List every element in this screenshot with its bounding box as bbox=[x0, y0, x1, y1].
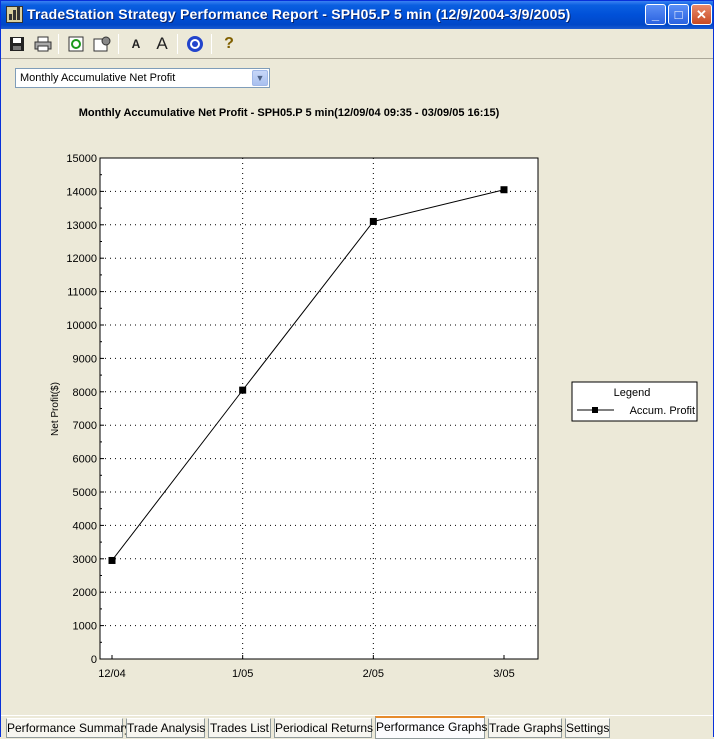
refresh-icon[interactable] bbox=[65, 33, 87, 55]
y-axis-label: Net Profit($) bbox=[50, 382, 61, 436]
y-tick-label: 12000 bbox=[66, 253, 97, 265]
y-tick-label: 13000 bbox=[66, 220, 97, 232]
tab-trades-list[interactable]: Trades List bbox=[208, 718, 271, 738]
help-icon[interactable]: ? bbox=[218, 33, 240, 55]
target-icon[interactable] bbox=[184, 33, 206, 55]
graph-type-value: Monthly Accumulative Net Profit bbox=[20, 72, 176, 84]
app-icon bbox=[6, 6, 23, 23]
data-point bbox=[369, 217, 377, 225]
maximize-button[interactable]: □ bbox=[668, 4, 689, 25]
title-bar[interactable]: TradeStation Strategy Performance Report… bbox=[1, 1, 713, 29]
chart-title: Monthly Accumulative Net Profit - SPH05.… bbox=[79, 107, 500, 119]
tab-trade-analysis[interactable]: Trade Analysis bbox=[126, 718, 205, 738]
y-tick-label: 11000 bbox=[67, 287, 97, 299]
y-tick-label: 10000 bbox=[66, 320, 97, 332]
chevron-down-icon[interactable]: ▼ bbox=[252, 70, 268, 86]
data-point bbox=[239, 386, 247, 394]
y-tick-label: 14000 bbox=[66, 186, 97, 198]
tab-performance-summary[interactable]: Performance Summary bbox=[6, 718, 130, 738]
y-tick-label: 15000 bbox=[66, 153, 97, 165]
data-point bbox=[500, 186, 508, 194]
tab-performance-graphs[interactable]: Performance Graphs bbox=[375, 716, 487, 739]
settings-icon[interactable] bbox=[91, 33, 113, 55]
y-tick-label: 7000 bbox=[73, 420, 97, 432]
legend-marker bbox=[592, 407, 598, 413]
tab-trade-graphs[interactable]: Trade Graphs bbox=[488, 718, 563, 738]
print-icon[interactable] bbox=[32, 33, 54, 55]
font-decrease-icon[interactable]: A bbox=[125, 33, 147, 55]
y-tick-label: 4000 bbox=[73, 520, 97, 532]
y-tick-label: 8000 bbox=[73, 387, 97, 399]
performance-chart: Monthly Accumulative Net Profit - SPH05.… bbox=[50, 107, 698, 680]
legend: Legend Accum. Profit bbox=[571, 381, 698, 422]
plot-area bbox=[99, 157, 539, 660]
graph-type-select[interactable]: Monthly Accumulative Net Profit ▼ bbox=[15, 68, 270, 88]
x-tick-label: 3/05 bbox=[493, 668, 514, 680]
x-tick-label: 12/04 bbox=[98, 668, 126, 680]
save-icon[interactable] bbox=[6, 33, 28, 55]
y-tick-label: 1000 bbox=[73, 621, 97, 633]
x-tick-label: 2/05 bbox=[363, 668, 384, 680]
y-tick-label: 2000 bbox=[73, 587, 97, 599]
y-tick-label: 6000 bbox=[73, 454, 97, 466]
y-axis: 0 1000 2000 3000 4000 5000 6000 7000 8000 9000 100… bbox=[66, 153, 104, 666]
window-title: TradeStation Strategy Performance Report… bbox=[27, 6, 571, 22]
tab-bar: Performance Summary Trade Analysis Trades … bbox=[1, 715, 713, 739]
legend-entry-accum-profit: Accum. Profit bbox=[630, 405, 695, 417]
y-tick-label: 9000 bbox=[73, 353, 97, 365]
minimize-button[interactable]: _ bbox=[645, 4, 666, 25]
legend-title: Legend bbox=[614, 387, 651, 399]
close-button[interactable]: ✕ bbox=[691, 4, 712, 25]
tab-settings[interactable]: Settings bbox=[565, 718, 610, 738]
tab-periodical-returns[interactable]: Periodical Returns bbox=[274, 718, 373, 738]
report-window: TradeStation Strategy Performance Report… bbox=[0, 0, 714, 739]
x-tick-label: 1/05 bbox=[232, 668, 253, 680]
data-point bbox=[108, 556, 116, 564]
y-tick-label: 5000 bbox=[73, 487, 97, 499]
toolbar: A A ? bbox=[1, 29, 713, 59]
y-tick-label: 3000 bbox=[73, 554, 97, 566]
font-increase-icon[interactable]: A bbox=[151, 33, 173, 55]
y-tick-label: 0 bbox=[91, 654, 97, 666]
